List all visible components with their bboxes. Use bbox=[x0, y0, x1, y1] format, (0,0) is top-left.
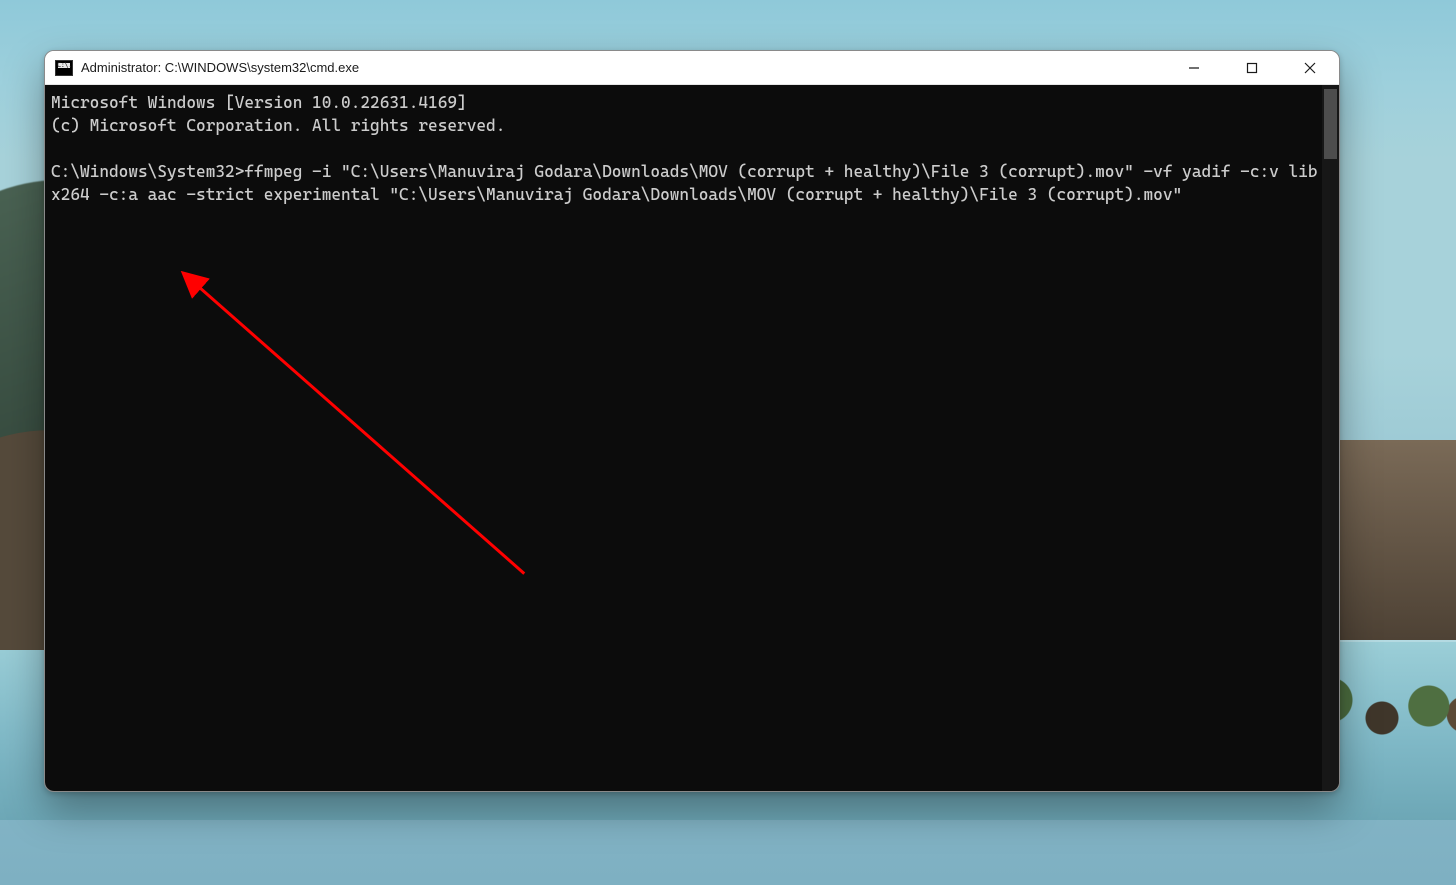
terminal-line-copyright: (c) Microsoft Corporation. All rights re… bbox=[51, 116, 505, 135]
terminal-line-version: Microsoft Windows [Version 10.0.22631.41… bbox=[51, 93, 467, 112]
window-title: Administrator: C:\WINDOWS\system32\cmd.e… bbox=[81, 60, 359, 75]
scrollbar[interactable] bbox=[1322, 85, 1339, 791]
maximize-button[interactable] bbox=[1223, 51, 1281, 84]
scrollbar-thumb[interactable] bbox=[1324, 89, 1337, 159]
cmd-icon: C:\. bbox=[55, 60, 73, 76]
minimize-button[interactable] bbox=[1165, 51, 1223, 84]
terminal-area[interactable]: Microsoft Windows [Version 10.0.22631.41… bbox=[45, 85, 1339, 791]
close-button[interactable] bbox=[1281, 51, 1339, 84]
terminal-output[interactable]: Microsoft Windows [Version 10.0.22631.41… bbox=[45, 85, 1322, 791]
cmd-window[interactable]: C:\. Administrator: C:\WINDOWS\system32\… bbox=[44, 50, 1340, 792]
titlebar[interactable]: C:\. Administrator: C:\WINDOWS\system32\… bbox=[45, 51, 1339, 85]
terminal-prompt: C:\Windows\System32> bbox=[51, 162, 244, 181]
